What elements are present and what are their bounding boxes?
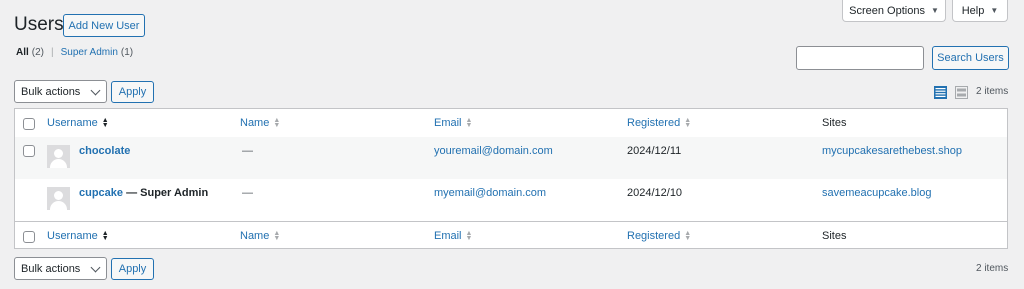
column-email[interactable]: Email ▲ ▼: [434, 230, 472, 242]
column-registered[interactable]: Registered ▲ ▼: [627, 230, 691, 242]
username-link[interactable]: cupcake: [79, 187, 123, 199]
apply-button-top[interactable]: Apply: [111, 81, 154, 103]
column-name-label: Name: [240, 117, 270, 129]
search-input[interactable]: [796, 46, 924, 70]
bulk-actions-value: Bulk actions: [21, 262, 81, 275]
username-link[interactable]: chocolate: [79, 145, 130, 157]
sort-icon: ▲ ▼: [684, 117, 692, 129]
column-name[interactable]: Name ▲ ▼: [240, 230, 280, 242]
email-link[interactable]: youremail@domain.com: [434, 145, 553, 157]
site-link[interactable]: savemeacupcake.blog: [822, 187, 931, 199]
column-registered[interactable]: Registered ▲ ▼: [627, 117, 691, 129]
help-label: Help: [961, 4, 985, 17]
avatar: [47, 187, 70, 210]
add-new-user-button[interactable]: Add New User: [63, 14, 145, 37]
users-table: Username ▲ ▼ Name ▲ ▼ Email ▲ ▼ Registered …: [14, 108, 1008, 249]
column-username-label: Username: [47, 230, 98, 242]
email-link[interactable]: myemail@domain.com: [434, 187, 546, 199]
items-count-top: 2 items: [976, 86, 1009, 97]
column-email-label: Email: [434, 117, 462, 129]
select-all-checkbox-bottom[interactable]: [23, 231, 35, 243]
filter-separator: |: [51, 47, 54, 58]
search-users-button[interactable]: Search Users: [932, 46, 1009, 70]
filter-super-admin[interactable]: Super Admin: [61, 47, 118, 58]
items-count-bottom: 2 items: [976, 263, 1009, 274]
name-cell: —: [242, 187, 253, 199]
column-sites: Sites: [822, 230, 847, 242]
page-title: Users: [14, 14, 64, 35]
column-name-label: Name: [240, 230, 270, 242]
bulk-actions-value: Bulk actions: [21, 85, 81, 98]
filter-all[interactable]: All: [16, 47, 29, 58]
column-email-label: Email: [434, 230, 462, 242]
table-row: cupcake — Super Admin — myemail@domain.c…: [15, 179, 1007, 221]
caret-down-icon: ▼: [930, 6, 939, 15]
list-view-icon[interactable]: [934, 86, 947, 99]
select-all-checkbox[interactable]: [23, 118, 35, 130]
apply-button-bottom[interactable]: Apply: [111, 258, 154, 280]
row-checkbox[interactable]: [23, 145, 35, 157]
bulk-actions-select-bottom[interactable]: Bulk actions: [14, 257, 107, 280]
caret-down-icon: ▼: [990, 6, 999, 15]
column-email[interactable]: Email ▲ ▼: [434, 117, 472, 129]
name-cell: —: [242, 145, 253, 157]
filter-super-admin-count: (1): [120, 47, 134, 58]
excerpt-view-icon[interactable]: [955, 86, 968, 99]
column-registered-label: Registered: [627, 117, 681, 129]
column-sites: Sites: [822, 117, 847, 129]
chevron-down-icon: [90, 262, 101, 273]
column-username[interactable]: Username ▲ ▼: [47, 230, 109, 242]
column-name[interactable]: Name ▲ ▼: [240, 117, 280, 129]
sort-icon: ▲ ▼: [101, 117, 109, 129]
table-row: chocolate — youremail@domain.com 2024/12…: [15, 137, 1007, 179]
sort-icon: ▲ ▼: [101, 230, 109, 242]
sort-icon: ▲ ▼: [465, 230, 473, 242]
sort-icon: ▲ ▼: [465, 117, 473, 129]
sort-icon: ▲ ▼: [684, 230, 692, 242]
help-button[interactable]: Help ▼: [952, 0, 1008, 22]
column-username[interactable]: Username ▲ ▼: [47, 117, 109, 129]
role-suffix: — Super Admin: [123, 187, 209, 199]
table-header-row: Username ▲ ▼ Name ▲ ▼ Email ▲ ▼ Registered …: [15, 109, 1007, 138]
registered-cell: 2024/12/10: [627, 187, 683, 199]
filter-links: All (2) | Super Admin (1): [16, 47, 133, 58]
table-footer-row: Username ▲ ▼ Name ▲ ▼ Email ▲ ▼ Registered …: [15, 221, 1007, 250]
screen-options-label: Screen Options: [849, 4, 925, 17]
username-cell: cupcake — Super Admin: [79, 187, 208, 199]
sort-icon: ▲ ▼: [273, 230, 281, 242]
screen-options-button[interactable]: Screen Options ▼: [842, 0, 946, 22]
bulk-actions-select-top[interactable]: Bulk actions: [14, 80, 107, 103]
column-registered-label: Registered: [627, 230, 681, 242]
site-link[interactable]: mycupcakesarethebest.shop: [822, 145, 962, 157]
column-username-label: Username: [47, 117, 98, 129]
avatar: [47, 145, 70, 168]
filter-all-count: (2): [31, 47, 45, 58]
chevron-down-icon: [90, 85, 101, 96]
sort-icon: ▲ ▼: [273, 117, 281, 129]
registered-cell: 2024/12/11: [627, 145, 682, 157]
